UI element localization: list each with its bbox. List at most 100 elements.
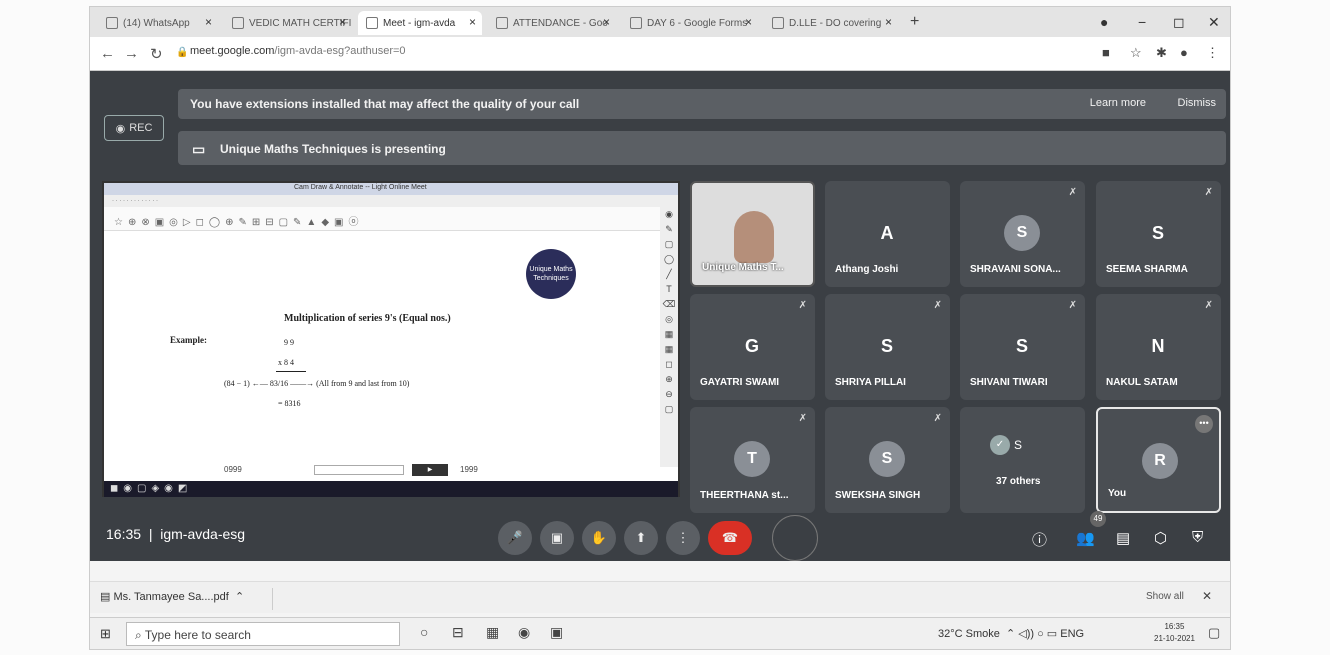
chevron-up-icon[interactable]: ⌃ <box>235 591 244 603</box>
camera-button[interactable]: ▣ <box>540 521 574 555</box>
learn-more-link[interactable]: Learn more <box>1090 97 1146 109</box>
participant-tile[interactable]: ✗ N NAKUL SATAM <box>1096 294 1221 400</box>
recording-indicator: ◉ REC <box>104 115 164 141</box>
gmail-icon <box>772 17 784 29</box>
app-icon[interactable]: ▣ <box>550 624 563 641</box>
search-box[interactable]: ⌕ Type here to search <box>126 622 400 646</box>
avatar: S <box>1015 335 1028 356</box>
download-item[interactable]: ▤ Ms. Tanmayee Sa....pdf ⌃ <box>100 590 244 603</box>
self-tile[interactable]: ••• R You <box>1096 407 1221 513</box>
activities-icon[interactable]: ⬡ <box>1154 529 1167 547</box>
forward-icon[interactable]: → <box>124 45 139 62</box>
participant-tile[interactable]: ✗ S SHRAVANI SONA... <box>960 181 1085 287</box>
microphone-button[interactable]: 🎤 <box>498 521 532 555</box>
tab-dlle[interactable]: D.LLE - DO covering × <box>764 11 898 35</box>
working-line: (84 − 1) ←— 83/16 ——→ (All from 9 and la… <box>224 379 410 388</box>
participant-tile-presenter[interactable]: Unique Maths T... <box>690 181 815 287</box>
raise-hand-button[interactable]: ✋ <box>582 521 616 555</box>
avatar: T <box>734 441 770 477</box>
go-button[interactable]: ▶ <box>412 464 448 476</box>
others-tile[interactable]: ✓ S 37 others <box>960 407 1085 513</box>
chat-icon[interactable]: ▤ <box>1116 529 1130 547</box>
meeting-details: 16:35 | igm-avda-esg <box>106 526 246 542</box>
participant-tile[interactable]: ✗ S SHIVANI TIWARI <box>960 294 1085 400</box>
more-options-button[interactable]: ⋮ <box>666 521 700 555</box>
bookmark-star-icon[interactable]: ☆ <box>1130 45 1142 61</box>
tab-vedic-math[interactable]: VEDIC MATH CERTIFI × <box>224 11 352 35</box>
more-options-icon[interactable]: ••• <box>1195 415 1213 433</box>
shared-screen: Cam Draw & Annotate -- Light Online Meet… <box>102 181 680 497</box>
maximize-button[interactable]: ◻ <box>1173 14 1185 31</box>
avatar: S <box>880 335 893 356</box>
cortana-icon[interactable]: ○ <box>420 624 428 640</box>
close-icon[interactable]: × <box>339 15 346 29</box>
tab-whatsapp[interactable]: (14) WhatsApp × <box>98 11 218 35</box>
hang-up-icon: ☎ <box>721 530 739 545</box>
tab-meet[interactable]: Meet - igm-avda × <box>358 11 482 35</box>
close-icon[interactable]: × <box>603 15 610 29</box>
clock[interactable]: 16:35 21-10-2021 <box>1154 621 1195 645</box>
close-icon[interactable]: × <box>205 15 212 29</box>
info-icon[interactable]: ⓘ <box>1032 529 1047 550</box>
hang-up-button[interactable]: ☎ <box>708 521 752 555</box>
menu-icon[interactable]: ⋮ <box>1206 45 1219 61</box>
participant-tile[interactable]: ✗ T THEERTHANA st... <box>690 407 815 513</box>
show-all-button[interactable]: Show all <box>1146 591 1184 602</box>
tab-day6-forms[interactable]: DAY 6 - Google Forms × <box>622 11 758 35</box>
participant-tile[interactable]: A Athang Joshi <box>825 181 950 287</box>
windows-start-icon[interactable]: ⊞ <box>100 626 111 642</box>
avatar: S <box>869 441 905 477</box>
result-line: = 8316 <box>278 399 301 408</box>
new-tab-button[interactable]: + <box>910 13 919 31</box>
annotation-toolbar: ☆⊕⊗▣◎▷◻◯⊕✎⊞⊟▢✎▲◆▣ⓞ <box>104 207 664 231</box>
extension-warning-banner: You have extensions installed that may a… <box>178 89 1226 119</box>
present-button[interactable]: ⬆ <box>624 521 658 555</box>
mic-off-icon: ✗ <box>933 413 942 424</box>
raise-hand-icon: ✋ <box>590 530 608 545</box>
camera-indicator-icon[interactable]: ■ <box>1102 45 1110 60</box>
page-input[interactable] <box>314 465 404 475</box>
browser-window: (14) WhatsApp × VEDIC MATH CERTIFI × Meet … <box>89 6 1231 650</box>
lock-icon: 🔒 <box>176 47 189 58</box>
participant-tile[interactable]: ✗ S SEEMA SHARMA <box>1096 181 1221 287</box>
profile-avatar-icon[interactable]: ● <box>1180 45 1188 60</box>
extensions-icon[interactable]: ✱ <box>1156 45 1167 61</box>
file-explorer-icon[interactable]: ▦ <box>486 624 499 641</box>
profile-dot-icon[interactable]: ● <box>1100 14 1108 30</box>
tab-attendance[interactable]: ATTENDANCE - Goo × <box>488 11 616 35</box>
back-icon[interactable]: ← <box>100 45 115 62</box>
multiplication-rule <box>276 371 306 372</box>
avatar: A <box>880 222 894 243</box>
reload-icon[interactable]: ↻ <box>150 45 163 63</box>
host-controls-icon[interactable]: ⛨ <box>1192 529 1203 546</box>
close-icon[interactable]: × <box>469 15 476 29</box>
mic-off-icon: ✗ <box>1068 300 1077 311</box>
task-view-icon[interactable]: ⊟ <box>452 624 464 641</box>
shared-window-tabs: · · · · · · · · · · · · · <box>104 195 678 207</box>
multiplicand: 9 9 <box>284 338 294 347</box>
dismiss-button[interactable]: Dismiss <box>1178 97 1217 109</box>
close-icon[interactable]: × <box>745 15 752 29</box>
avatar: G <box>744 335 759 356</box>
notification-icon[interactable]: ▢ <box>1208 625 1220 641</box>
shared-window-titlebar: Cam Draw & Annotate -- Light Online Meet <box>104 183 678 195</box>
unique-maths-logo: Unique Maths Techniques <box>526 249 576 299</box>
url-field[interactable]: meet.google.com/igm-avda-esg?authuser=0 <box>190 45 406 57</box>
close-window-button[interactable]: ✕ <box>1208 14 1220 31</box>
screenshot-page: (14) WhatsApp × VEDIC MATH CERTIFI × Meet … <box>0 0 1330 655</box>
people-icon[interactable]: 👥 <box>1076 529 1095 547</box>
close-icon[interactable]: × <box>885 15 892 29</box>
meet-icon <box>366 17 378 29</box>
presenting-banner: ▭ Unique Maths Techniques is presenting <box>178 131 1226 165</box>
people-count-badge: 49 <box>1090 511 1106 527</box>
chrome-icon[interactable]: ◉ <box>518 624 530 641</box>
participant-tile[interactable]: ✗ G GAYATRI SWAMI <box>690 294 815 400</box>
mic-off-icon: ✗ <box>798 300 807 311</box>
participant-tile[interactable]: ✗ S SWEKSHA SINGH <box>825 407 950 513</box>
close-icon[interactable]: ✕ <box>1202 589 1212 603</box>
extra-control-button[interactable] <box>772 515 818 561</box>
mic-off-icon: ✗ <box>1068 187 1077 198</box>
divider <box>272 588 273 610</box>
minimize-button[interactable]: − <box>1138 14 1146 30</box>
participant-tile[interactable]: ✗ S SHRIYA PILLAI <box>825 294 950 400</box>
